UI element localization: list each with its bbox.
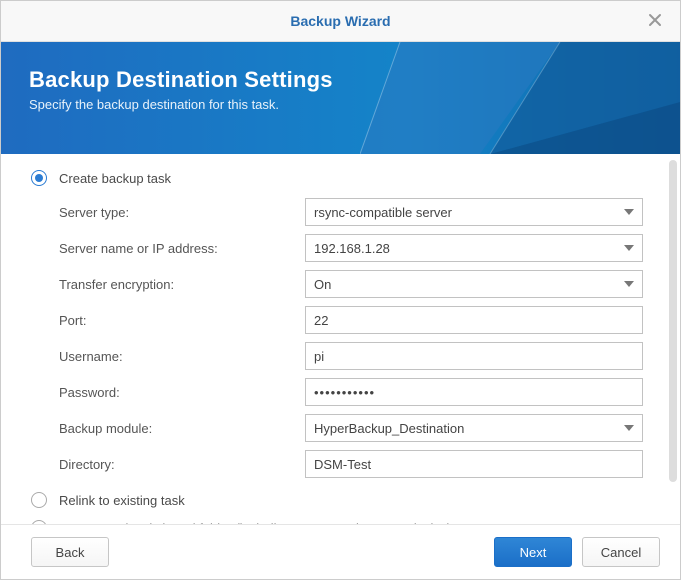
select-value: rsync-compatible server [314, 205, 624, 220]
radio-create-backup-task[interactable]: Create backup task [31, 170, 643, 186]
banner-decor [360, 42, 680, 154]
radio-relink-existing-task[interactable]: Relink to existing task [31, 492, 643, 508]
content-area: Create backup task Server type: rsync-co… [1, 154, 680, 524]
server-name-select[interactable]: 192.168.1.28 [305, 234, 643, 262]
label-password: Password: [59, 385, 305, 400]
scrollbar-thumb[interactable] [669, 160, 677, 482]
create-task-form: Server type: rsync-compatible server Ser… [59, 198, 643, 478]
input-value: ••••••••••• [314, 385, 375, 400]
password-input[interactable]: ••••••••••• [305, 378, 643, 406]
port-input[interactable]: 22 [305, 306, 643, 334]
radio-icon [31, 492, 47, 508]
input-value: DSM-Test [314, 457, 371, 472]
label-server-type: Server type: [59, 205, 305, 220]
back-button[interactable]: Back [31, 537, 109, 567]
select-value: On [314, 277, 624, 292]
backup-module-select[interactable]: HyperBackup_Destination [305, 414, 643, 442]
input-value: pi [314, 349, 324, 364]
server-type-select[interactable]: rsync-compatible server [305, 198, 643, 226]
footer: Back Next Cancel [1, 524, 680, 579]
cancel-button[interactable]: Cancel [582, 537, 660, 567]
close-button[interactable] [640, 1, 670, 41]
username-input[interactable]: pi [305, 342, 643, 370]
label-username: Username: [59, 349, 305, 364]
chevron-down-icon [624, 281, 634, 287]
radio-label: Create backup task [59, 171, 171, 186]
chevron-down-icon [624, 209, 634, 215]
label-transfer-encryption: Transfer encryption: [59, 277, 305, 292]
label-port: Port: [59, 313, 305, 328]
window-title: Backup Wizard [290, 13, 390, 29]
scrollbar[interactable] [669, 160, 677, 518]
input-value: 22 [314, 313, 328, 328]
radio-icon [31, 170, 47, 186]
wizard-window: Backup Wizard Backup Destination Setting… [0, 0, 681, 580]
next-button[interactable]: Next [494, 537, 572, 567]
select-value: 192.168.1.28 [314, 241, 624, 256]
transfer-encryption-select[interactable]: On [305, 270, 643, 298]
label-server-name: Server name or IP address: [59, 241, 305, 256]
chevron-down-icon [624, 245, 634, 251]
chevron-down-icon [624, 425, 634, 431]
titlebar: Backup Wizard [1, 1, 680, 42]
header-banner: Backup Destination Settings Specify the … [1, 42, 680, 154]
select-value: HyperBackup_Destination [314, 421, 624, 436]
radio-label: Relink to existing task [59, 493, 185, 508]
label-directory: Directory: [59, 457, 305, 472]
label-backup-module: Backup module: [59, 421, 305, 436]
close-icon [648, 13, 662, 30]
directory-input[interactable]: DSM-Test [305, 450, 643, 478]
